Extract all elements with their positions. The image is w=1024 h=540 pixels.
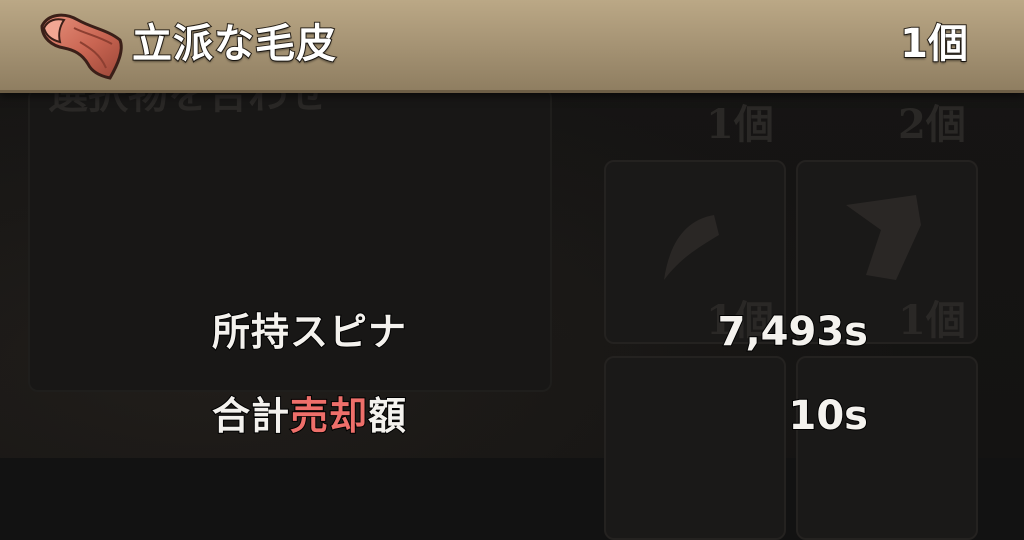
background-item-slot [796,356,978,540]
background-fur-icon [846,195,921,280]
held-spina-value: 7,493s [717,308,869,356]
background-slot-count: 1個 [706,101,774,148]
total-sale-row: 合計売却額 10s [0,386,1024,446]
item-header-bar: 立派な毛皮 1個 [0,0,1024,93]
total-sale-label: 合計売却額 [211,386,408,446]
fur-pelt-icon [40,13,123,80]
item-name: 立派な毛皮 [131,20,337,68]
background-slot-count: 2個 [898,101,966,148]
total-sale-label-accent: 売却 [289,393,369,439]
total-sale-label-suffix: 額 [367,393,408,439]
background-item-slot [604,356,786,540]
held-spina-row: 所持スピナ 7,493s [0,302,1024,362]
total-sale-label-prefix: 合計 [211,393,291,439]
held-spina-label: 所持スピナ [211,309,408,355]
total-sale-value: 10s [788,392,869,440]
background-claw-icon [664,215,719,280]
item-count: 1個 [899,20,969,68]
